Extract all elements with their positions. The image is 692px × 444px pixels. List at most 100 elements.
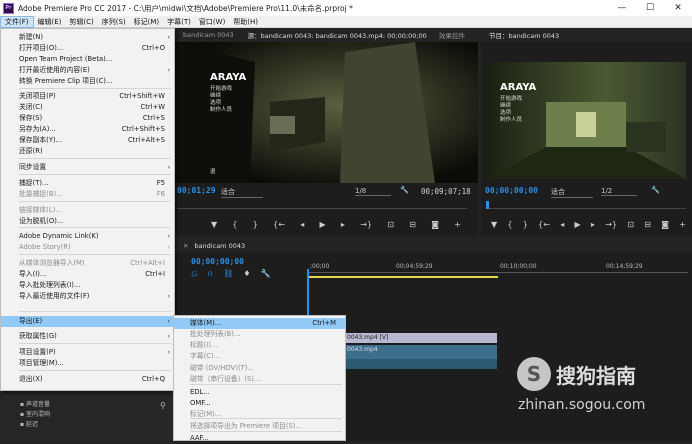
nest-icon[interactable]: ⎌ bbox=[191, 269, 197, 279]
step-forward-icon[interactable]: ▸ bbox=[341, 220, 345, 229]
go-to-out-icon[interactable]: →} bbox=[605, 220, 617, 229]
file-menu-item-project-manager[interactable]: 项目管理(M)... bbox=[1, 358, 175, 369]
extract-icon[interactable]: ⊟ bbox=[644, 220, 651, 229]
effects-item[interactable]: ▪ 延迟 bbox=[20, 419, 38, 428]
program-playhead[interactable] bbox=[486, 201, 489, 209]
file-menu-item-open-project[interactable]: 打开项目(O)... Ctrl+O bbox=[1, 43, 175, 54]
tab-source[interactable]: 源：bandicam 0043: bandicam 0043.mp4: 00;0… bbox=[248, 30, 427, 40]
file-menu-item-save-as[interactable]: 另存为(A)... Ctrl+Shift+S bbox=[1, 124, 175, 135]
video-menu-item: 开始游戏 bbox=[500, 96, 523, 102]
program-resolution-dropdown[interactable]: 1/2 bbox=[601, 187, 637, 196]
wrench-icon[interactable]: 🔧 bbox=[400, 186, 409, 194]
timeline-settings-icon[interactable]: 🔧 bbox=[261, 269, 271, 279]
program-timecode[interactable]: 00;00;00;00 bbox=[485, 186, 538, 195]
snap-icon[interactable]: ∩ bbox=[207, 269, 213, 279]
effects-item[interactable]: ▪ 声道音量 bbox=[20, 399, 50, 408]
step-back-icon[interactable]: ◂ bbox=[300, 220, 304, 229]
timeline-timecode[interactable]: 00;00;00;00 bbox=[191, 257, 244, 266]
add-button-icon[interactable]: + bbox=[454, 220, 461, 229]
effects-item[interactable]: ▪ 室内混响 bbox=[20, 409, 50, 418]
source-resolution-dropdown[interactable]: 1/8 bbox=[355, 187, 391, 196]
tab-effect-controls[interactable]: 效果控件 bbox=[439, 30, 465, 40]
file-menu-item-import-recent-file[interactable]: 导入最近使用的文件(F) › bbox=[1, 291, 175, 302]
file-menu-item-make-offline[interactable]: 设为脱机(O)... bbox=[1, 216, 175, 227]
go-to-in-icon[interactable]: {← bbox=[538, 220, 550, 229]
insert-icon[interactable]: ⊡ bbox=[387, 220, 394, 229]
file-menu-item-close[interactable]: 关闭(C) Ctrl+W bbox=[1, 102, 175, 113]
wrench-icon[interactable]: 🔧 bbox=[651, 186, 660, 194]
menu-item-label: Adobe Story(R) bbox=[19, 243, 71, 251]
program-scrubber[interactable] bbox=[486, 201, 686, 209]
go-to-out-icon[interactable]: →} bbox=[360, 220, 372, 229]
go-to-in-icon[interactable]: {← bbox=[273, 220, 285, 229]
linked-selection-icon[interactable]: ⛓ bbox=[223, 269, 233, 279]
file-menu-item-dynamic-link[interactable]: Adobe Dynamic Link(K) › bbox=[1, 231, 175, 242]
source-scrubber[interactable] bbox=[177, 201, 467, 209]
step-forward-icon[interactable]: ▸ bbox=[591, 220, 595, 229]
menu-item-label: 打开项目(O)... bbox=[19, 44, 64, 52]
play-icon[interactable]: ▶ bbox=[319, 220, 325, 229]
source-timecode[interactable]: 00;01;29 bbox=[177, 186, 216, 195]
file-menu-item-open-recent[interactable]: 打开最近使用的内容(E) › bbox=[1, 65, 175, 76]
play-icon[interactable]: ▶ bbox=[574, 220, 580, 229]
menu-help[interactable]: 帮助(H) bbox=[229, 16, 262, 28]
timeline-ruler[interactable]: ;00;00 00;04;59;29 00;10;00;00 00;14;59;… bbox=[308, 261, 688, 273]
file-menu-item-import[interactable]: 导入(I)... Ctrl+I bbox=[1, 269, 175, 280]
step-back-icon[interactable]: ◂ bbox=[560, 220, 564, 229]
file-menu-item-convert-premiere-clip[interactable]: 转换 Premiere Clip 项目(C)... bbox=[1, 76, 175, 87]
file-menu-item-open-team-project[interactable]: Open Team Project (Beta)... bbox=[1, 54, 175, 65]
timeline-tabs: ✕ bandicam 0043 bbox=[175, 239, 692, 253]
menu-title[interactable]: 字幕(T) bbox=[163, 16, 195, 28]
export-menu-item-aaf[interactable]: AAF... bbox=[174, 433, 346, 444]
program-fit-dropdown[interactable]: 适合 bbox=[551, 187, 593, 198]
audio-clip[interactable]: 0043.mp4 bbox=[345, 345, 497, 359]
minimize-button[interactable]: — bbox=[608, 0, 636, 16]
file-menu-item-revert[interactable]: 还原(R) bbox=[1, 146, 175, 157]
file-menu-item-export[interactable]: 导出(E) › bbox=[1, 316, 175, 327]
export-menu-item-selection-as-premiere-project: 将选择项导出为 Premiere 项目(S)... bbox=[174, 421, 346, 432]
search-icon[interactable]: ⚲ bbox=[160, 401, 166, 410]
file-menu-item-exit[interactable]: 退出(X) Ctrl+Q bbox=[1, 374, 175, 385]
file-menu-item-project-settings[interactable]: 项目设置(P) › bbox=[1, 347, 175, 358]
add-marker-icon[interactable]: ▼ bbox=[211, 220, 217, 229]
file-menu-item-capture[interactable]: 捕捉(T)... F5 bbox=[1, 178, 175, 189]
tab-timeline-sequence[interactable]: bandicam 0043 bbox=[194, 242, 245, 250]
file-menu-item-save[interactable]: 保存(S) Ctrl+S bbox=[1, 113, 175, 124]
source-fit-dropdown[interactable]: 适合 bbox=[221, 187, 263, 198]
export-menu-item-omf[interactable]: OMF... bbox=[174, 398, 346, 409]
tab-sequence[interactable]: bandicam 0043 bbox=[183, 31, 234, 39]
camera-icon[interactable]: ◙ bbox=[431, 220, 439, 229]
timeline-close-icon[interactable]: ✕ bbox=[183, 242, 188, 250]
overwrite-icon[interactable]: ⊟ bbox=[409, 220, 416, 229]
menu-window[interactable]: 窗口(W) bbox=[195, 16, 229, 28]
camera-icon[interactable]: ◙ bbox=[661, 220, 669, 229]
add-marker-icon[interactable]: ♦ bbox=[243, 269, 250, 279]
file-menu-item-new[interactable]: 新建(N) › bbox=[1, 32, 175, 43]
menu-file[interactable]: 文件(F) bbox=[0, 15, 34, 28]
mark-out-icon[interactable]: } bbox=[253, 220, 258, 229]
menu-sequence[interactable]: 序列(S) bbox=[98, 16, 130, 28]
file-menu-item-save-copy[interactable]: 保存副本(Y)... Ctrl+Alt+S bbox=[1, 135, 175, 146]
menu-marker[interactable]: 标记(M) bbox=[130, 16, 164, 28]
video-clip[interactable]: 0043.mp4 [V] bbox=[345, 333, 497, 343]
mark-in-icon[interactable]: { bbox=[232, 220, 237, 229]
tab-program[interactable]: 节目：bandicam 0043 bbox=[489, 30, 559, 40]
export-menu-item-edl[interactable]: EDL... bbox=[174, 387, 346, 398]
menu-edit[interactable]: 编辑(E) bbox=[34, 16, 66, 28]
add-marker-icon[interactable]: ▼ bbox=[491, 220, 497, 229]
file-menu-item-close-project[interactable]: 关闭项目(P) Ctrl+Shift+W bbox=[1, 91, 175, 102]
file-menu-item-get-properties[interactable]: 获取属性(G) › bbox=[1, 331, 175, 342]
add-button-icon[interactable]: + bbox=[679, 220, 686, 229]
close-button[interactable]: ✕ bbox=[664, 0, 692, 16]
submenu-arrow-icon: › bbox=[167, 349, 170, 356]
effects-item-label: 声道音量 bbox=[25, 401, 50, 408]
export-menu-item-media[interactable]: 媒体(M)... Ctrl+M bbox=[174, 318, 346, 329]
file-menu-item-import-batch-list[interactable]: 导入批处理列表(I)... bbox=[1, 280, 175, 291]
mark-in-icon[interactable]: { bbox=[507, 220, 512, 229]
maximize-button[interactable]: ☐ bbox=[636, 0, 664, 16]
menu-clip[interactable]: 剪辑(C) bbox=[65, 16, 97, 28]
lift-icon[interactable]: ⊡ bbox=[627, 220, 634, 229]
mark-out-icon[interactable]: } bbox=[523, 220, 528, 229]
work-area-bar[interactable] bbox=[308, 276, 498, 278]
file-menu-item-sync-settings[interactable]: 同步设置 › bbox=[1, 162, 175, 173]
